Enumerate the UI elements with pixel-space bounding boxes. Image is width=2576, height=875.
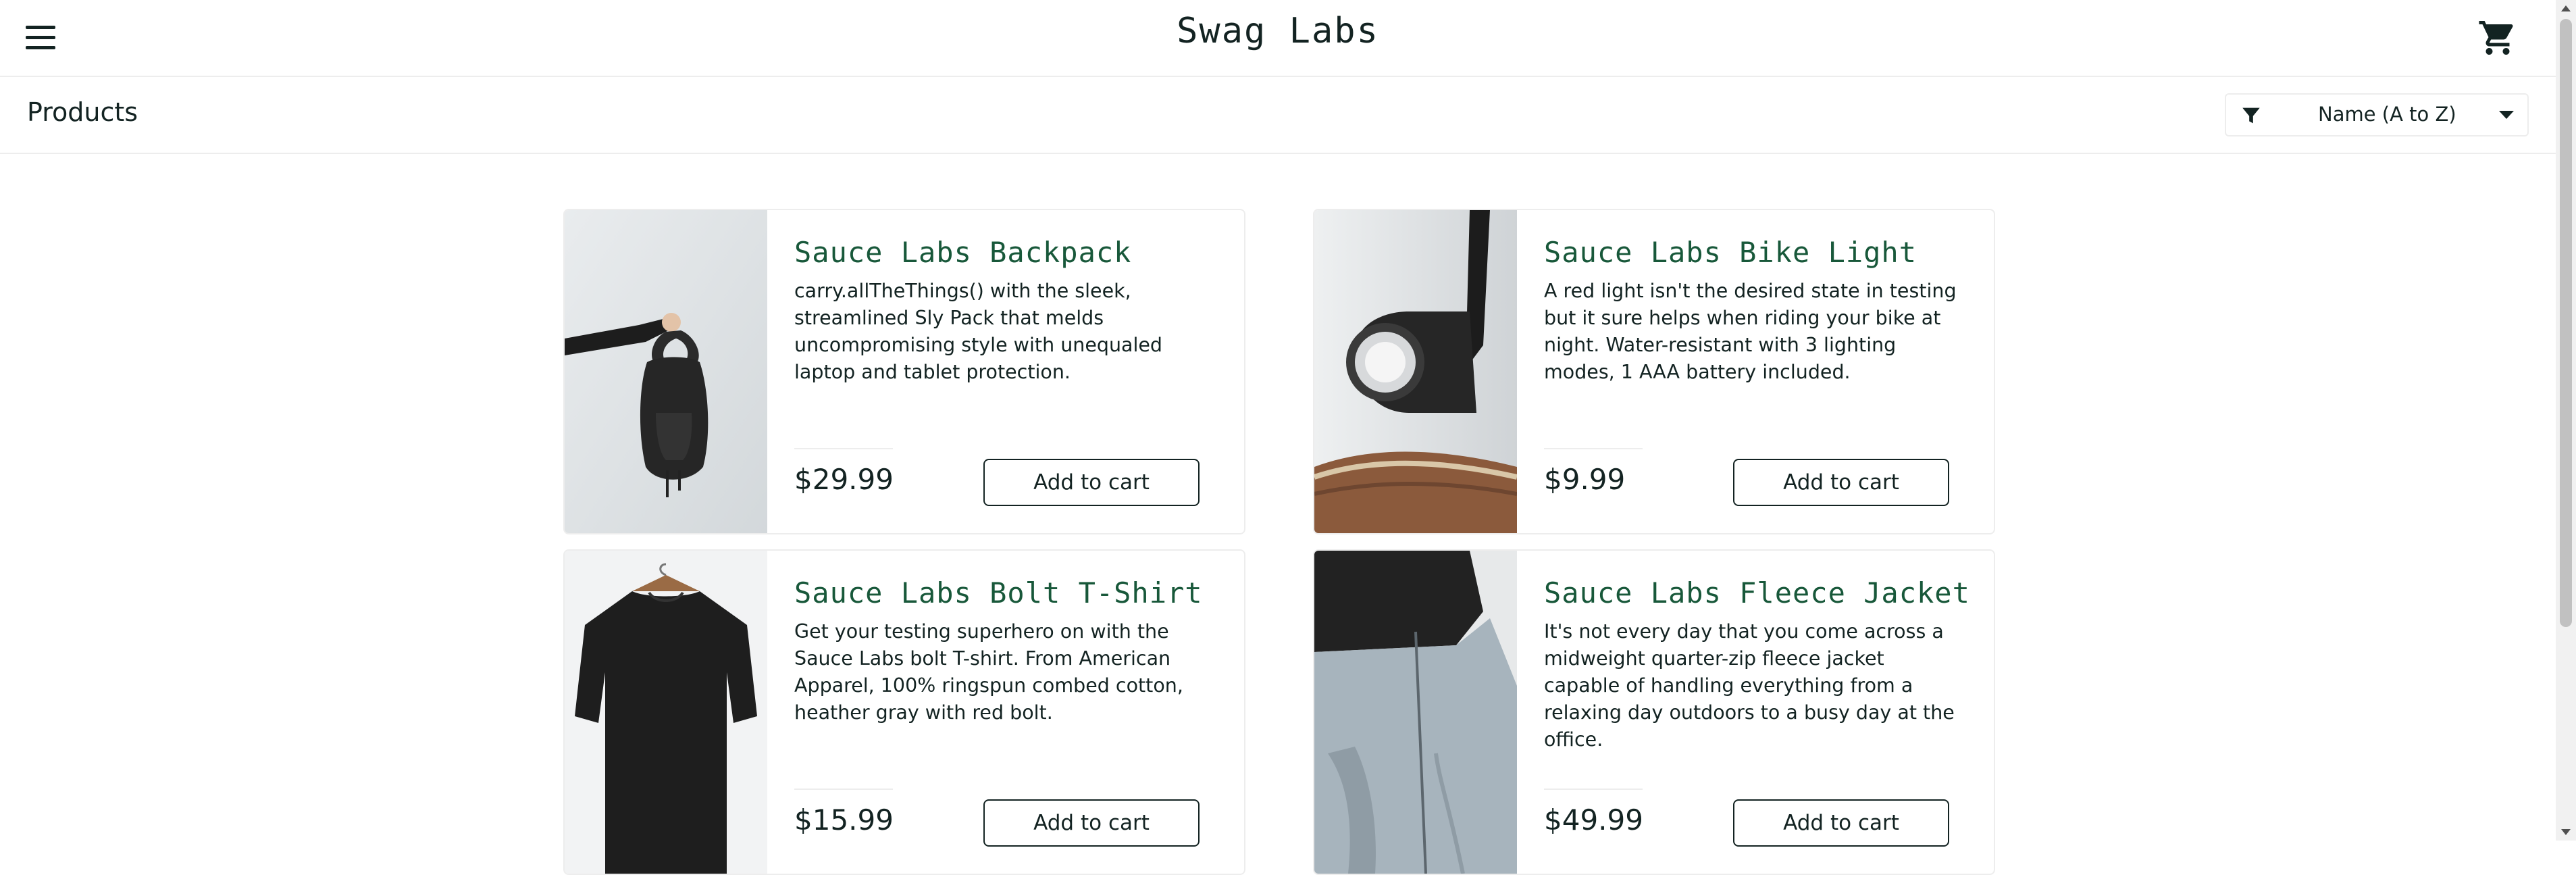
product-name-link[interactable]: Sauce Labs Backpack (794, 236, 1131, 269)
scroll-up-arrow-icon[interactable] (2561, 5, 2571, 11)
add-to-cart-button[interactable]: Add to cart (1733, 799, 1949, 847)
backpack-image (565, 210, 767, 533)
product-card: Sauce Labs Fleece Jacket It's not every … (1313, 549, 1995, 875)
sort-select[interactable]: Name (A to Z) (2225, 93, 2529, 136)
add-to-cart-button[interactable]: Add to cart (1733, 459, 1949, 506)
add-to-cart-button[interactable]: Add to cart (983, 799, 1200, 847)
product-price: $49.99 (1544, 803, 1643, 836)
product-image[interactable] (565, 210, 767, 533)
shopping-cart-button[interactable] (2477, 18, 2518, 58)
primary-header: Swag Labs (0, 0, 2556, 77)
product-description: A red light isn't the desired state in t… (1544, 280, 1957, 383)
product-card: Sauce Labs Bike Light A red light isn't … (1313, 209, 1995, 534)
product-description: It's not every day that you come across … (1544, 620, 1955, 751)
product-image[interactable] (565, 551, 767, 874)
divider (1544, 789, 1643, 790)
divider (1544, 448, 1643, 449)
product-card: Sauce Labs Bolt T-Shirt Get your testing… (563, 549, 1245, 875)
product-name-link[interactable]: Sauce Labs Bolt T-Shirt (794, 576, 1203, 609)
t-shirt-image (565, 551, 767, 874)
app-logo: Swag Labs (1177, 11, 1379, 51)
product-description: Get your testing superhero on with the S… (794, 620, 1183, 724)
divider (794, 789, 893, 790)
page-title: Products (27, 97, 138, 127)
secondary-header: Products Name (A to Z) (0, 77, 2556, 154)
sort-selected-value: Name (A to Z) (2318, 103, 2456, 126)
product-price: $9.99 (1544, 463, 1626, 496)
product-description: carry.allTheThings() with the sleek, str… (794, 280, 1163, 383)
shopping-cart-icon (2479, 21, 2513, 55)
divider (794, 448, 893, 449)
product-price: $15.99 (794, 803, 894, 836)
filter-icon (2242, 107, 2260, 124)
product-name-link[interactable]: Sauce Labs Bike Light (1544, 236, 1917, 269)
product-name-link[interactable]: Sauce Labs Fleece Jacket (1544, 576, 1970, 609)
product-image[interactable] (1314, 210, 1517, 533)
product-image[interactable] (1314, 551, 1517, 874)
add-to-cart-button[interactable]: Add to cart (983, 459, 1200, 506)
caret-down-icon (2499, 111, 2514, 119)
fleece-jacket-image (1314, 551, 1517, 874)
scrollbar-thumb[interactable] (2560, 19, 2572, 627)
bike-light-image (1314, 210, 1517, 533)
product-card: Sauce Labs Backpack carry.allTheThings()… (563, 209, 1245, 534)
vertical-scrollbar[interactable] (2556, 0, 2576, 841)
product-price: $29.99 (794, 463, 894, 496)
scroll-down-arrow-icon[interactable] (2561, 829, 2571, 835)
